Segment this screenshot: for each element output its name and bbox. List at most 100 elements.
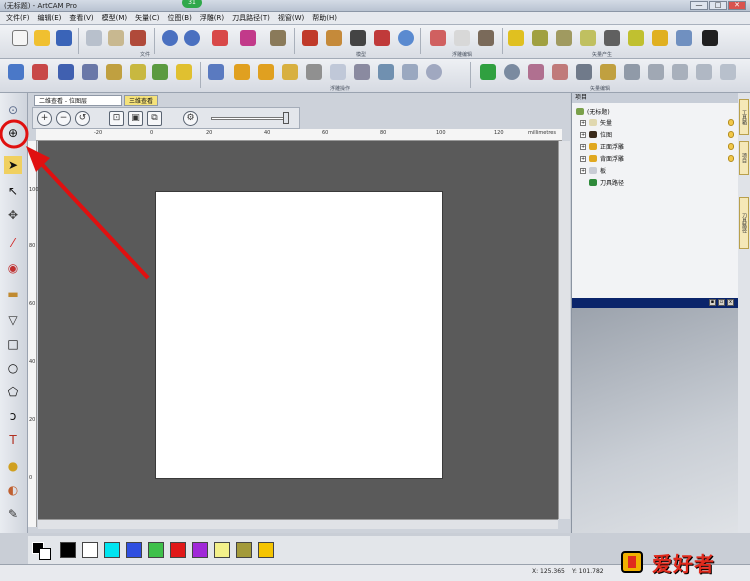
zoom-previous-icon[interactable]: ↺ [75,111,90,126]
tree-item-block[interactable]: + 板 [580,166,606,175]
horizontal-scrollbar[interactable] [38,519,558,529]
menu-window[interactable]: 视窗(W) [278,13,304,23]
menu-help[interactable]: 帮助(H) [312,13,337,23]
text-icon[interactable]: T [4,431,22,449]
visibility-bulb-icon[interactable] [728,143,734,150]
paste-icon[interactable] [130,30,146,46]
model-bear-icon[interactable] [326,30,342,46]
shape-icon-6[interactable] [176,64,192,80]
color-swatch[interactable] [82,542,98,558]
vector-edit-icon-4[interactable] [552,64,568,80]
zoom-out-icon[interactable]: − [56,111,71,126]
tab-toolpaths[interactable]: 刀具路径 [739,197,749,249]
vector-create-icon-9[interactable] [702,30,718,46]
color-swatch[interactable] [258,542,274,558]
relief-op-icon-9[interactable] [402,64,418,80]
maximize-button[interactable]: □ [709,1,727,10]
color-swatch[interactable] [104,542,120,558]
relief-op-icon-5[interactable] [306,64,322,80]
drop-icon[interactable]: ● [4,457,22,475]
crosshair-globe-icon[interactable]: ⊕ [4,124,22,142]
view-settings-icon[interactable]: ⚙ [183,111,198,126]
model-sheet[interactable] [155,191,443,479]
open-folder-icon[interactable] [34,30,50,46]
polyline-icon[interactable]: ▽ [4,311,22,329]
vector-edit-icon-1[interactable] [480,64,496,80]
arc-icon[interactable]: ↄ [4,407,22,425]
tree-item-back-relief[interactable]: + 背面浮雕 [580,154,624,163]
zoom-fit-icon[interactable]: ▣ [128,111,143,126]
expand-icon[interactable]: + [580,167,586,174]
eraser-icon[interactable] [240,30,256,46]
tab-3d-view[interactable]: 三维查看 [124,95,159,106]
relief-edit-icon-1[interactable] [430,30,446,46]
model-box-icon[interactable] [350,30,366,46]
visibility-bulb-icon[interactable] [728,131,734,138]
brightness-slider-thumb[interactable] [283,112,289,124]
restore-icon[interactable]: ▫ [718,299,725,306]
menu-model[interactable]: 模型(M) [102,13,128,23]
ellipse-icon[interactable]: ○ [4,359,22,377]
vector-edit-icon-3[interactable] [528,64,544,80]
menu-relief[interactable]: 浮雕(R) [200,13,224,23]
vector-edit-icon-10[interactable] [696,64,712,80]
tree-item-toolpaths[interactable]: 刀具路径 [589,178,624,187]
model-size-icon[interactable] [302,30,318,46]
menu-bitmap[interactable]: 位图(B) [168,13,192,23]
color-swatch[interactable] [236,542,252,558]
pin-icon[interactable]: ▪ [709,299,716,306]
undo-icon[interactable] [162,30,178,46]
star-icon[interactable] [58,64,74,80]
transform-icon[interactable]: ✥ [4,206,22,224]
project-root[interactable]: (无标题) [576,107,610,116]
menu-toolpaths[interactable]: 刀具路径(T) [232,13,270,23]
pencil-icon[interactable] [212,30,228,46]
fg-bg-color-icon[interactable] [32,542,52,560]
tree-item-vectors[interactable]: + 矢量 [580,118,612,127]
vector-create-icon-4[interactable] [580,30,596,46]
vector-create-icon-6[interactable] [628,30,644,46]
vertical-scrollbar[interactable] [558,141,570,519]
shape-edit-icon[interactable]: ◐ [4,481,22,499]
expand-icon[interactable]: + [580,155,586,162]
save-icon[interactable] [56,30,72,46]
visibility-bulb-icon[interactable] [728,119,734,126]
shape-icon-3[interactable] [106,64,122,80]
menu-edit[interactable]: 编辑(E) [38,13,62,23]
relief-edit-icon-3[interactable] [478,30,494,46]
relief-op-icon-3[interactable] [258,64,274,80]
measure-icon[interactable] [270,30,286,46]
brightness-slider-track[interactable] [211,117,287,120]
visibility-bulb-icon[interactable] [728,155,734,162]
color-swatch[interactable] [214,542,230,558]
vector-edit-icon-11[interactable] [720,64,736,80]
tab-2d-view[interactable]: 二维查看 - 位图层 [34,95,122,106]
vector-create-icon-2[interactable] [532,30,548,46]
zoom-extents-icon[interactable]: ⧉ [147,111,162,126]
relief-op-icon-1[interactable] [208,64,224,80]
tab-toolbox[interactable]: 工具箱 [739,99,749,135]
new-file-icon[interactable] [12,30,28,46]
vector-create-icon-5[interactable] [604,30,620,46]
model-globe-icon[interactable] [398,30,414,46]
relief-op-icon-7[interactable] [354,64,370,80]
shape-icon-5[interactable] [152,64,168,80]
vector-create-icon-7[interactable] [652,30,668,46]
vector-create-icon-8[interactable] [676,30,692,46]
model-piece-icon[interactable] [374,30,390,46]
expand-icon[interactable]: + [580,143,586,150]
brush-icon[interactable]: ▬ [4,285,22,303]
drawing-canvas[interactable] [38,141,562,519]
node-edit-icon[interactable] [8,64,24,80]
color-swatch[interactable] [148,542,164,558]
menu-vector[interactable]: 矢量(C) [135,13,159,23]
relief-op-icon-6[interactable] [330,64,346,80]
expand-icon[interactable]: + [580,131,586,138]
color-swatch[interactable] [170,542,186,558]
relief-op-icon-10[interactable] [426,64,442,80]
close-button[interactable]: ✕ [728,1,746,10]
relief-op-icon-8[interactable] [378,64,394,80]
shape-icon-1[interactable] [32,64,48,80]
color-swatch[interactable] [60,542,76,558]
vector-create-icon-1[interactable] [508,30,524,46]
